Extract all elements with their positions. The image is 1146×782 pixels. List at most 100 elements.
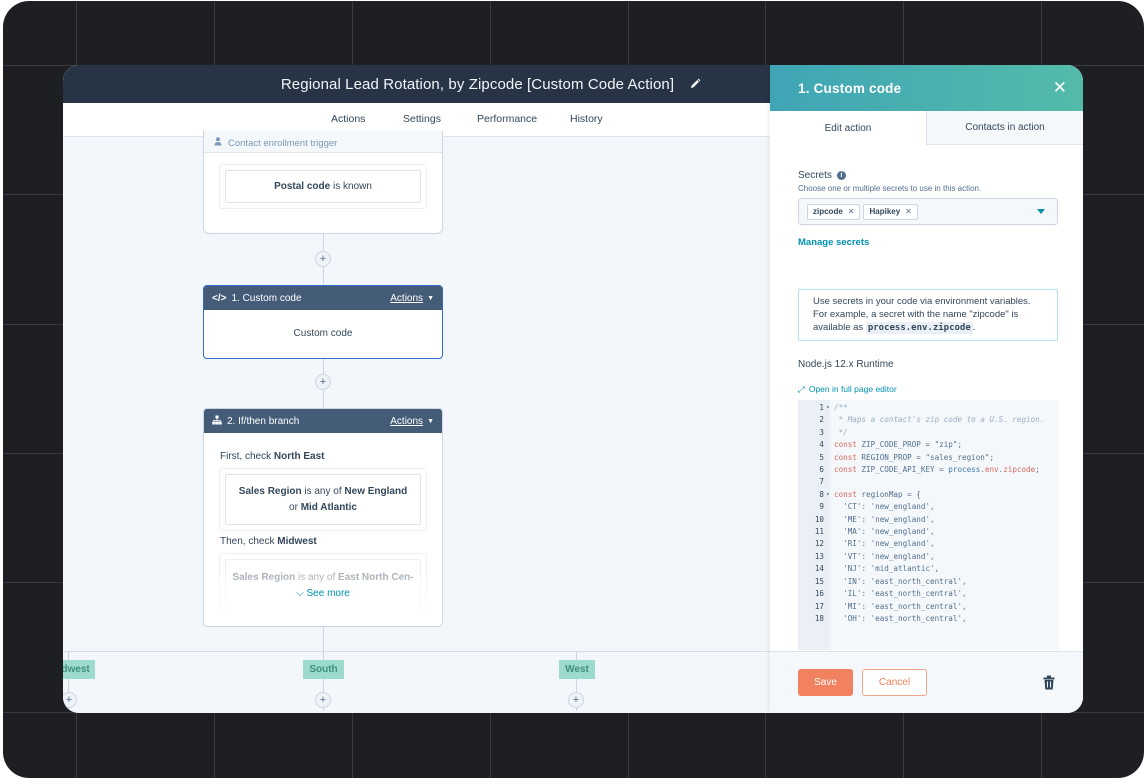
code-line: 16 'IL': 'east_north_central', bbox=[798, 588, 1058, 600]
pencil-icon[interactable] bbox=[688, 77, 702, 91]
secret-chip: Hapikey ✕ bbox=[863, 203, 918, 220]
line-number: 17 bbox=[814, 601, 824, 611]
edit-action-panel: 1. Custom code ✕ Edit action Contacts in… bbox=[770, 65, 1083, 713]
code-line: 4 const ZIP_CODE_PROP = "zip"; bbox=[798, 439, 1058, 451]
fold-arrow-icon[interactable]: ▾ bbox=[826, 489, 834, 501]
branch-first-label: First, check North East bbox=[220, 451, 325, 462]
tab-performance[interactable]: Performance bbox=[477, 113, 537, 125]
actions-dropdown[interactable]: Actions bbox=[390, 416, 423, 427]
runtime-label: Node.js 12.x Runtime bbox=[798, 359, 894, 370]
code-line: 8 ▾ const regionMap = { bbox=[798, 489, 1058, 501]
line-number: 1 bbox=[819, 403, 824, 412]
remove-chip-icon[interactable]: ✕ bbox=[905, 207, 912, 216]
save-button[interactable]: Save bbox=[798, 669, 853, 696]
secrets-info-note: Use secrets in your code via environment… bbox=[798, 289, 1058, 341]
branch-label-midwest[interactable]: Midwest bbox=[63, 660, 95, 679]
enrollment-trigger-card[interactable]: Contact enrollment trigger Postal code i… bbox=[203, 131, 443, 234]
open-full-editor-link[interactable]: ⤢ Open in full page editor bbox=[798, 384, 1058, 395]
tab-settings[interactable]: Settings bbox=[403, 113, 441, 125]
code-text: const ZIP_CODE_API_KEY = process.env.zip… bbox=[834, 465, 1040, 475]
trash-icon[interactable] bbox=[1043, 675, 1055, 690]
code-line: 5 const REGION_PROP = "sales_region"; bbox=[798, 452, 1058, 464]
action-title: 2. If/then branch bbox=[227, 415, 300, 427]
line-number: 4 bbox=[819, 440, 824, 450]
code-line: 15 'IN': 'east_north_central', bbox=[798, 576, 1058, 588]
line-number: 13 bbox=[814, 551, 824, 561]
tab-contacts-in-action[interactable]: Contacts in action bbox=[926, 111, 1083, 145]
if-then-branch-card[interactable]: 2. If/then branch Actions ▼ First, check… bbox=[203, 408, 443, 627]
chevron-down-icon: ⌵ bbox=[296, 588, 304, 599]
code-line: 13 'VT': 'new_england', bbox=[798, 551, 1058, 563]
add-action-button[interactable]: + bbox=[315, 692, 331, 708]
action-header: 2. If/then branch Actions ▼ bbox=[204, 409, 442, 433]
code-text: */ bbox=[834, 427, 848, 437]
code-lines: 1 ▾/** 2 * Maps a contact's zip code to a … bbox=[798, 402, 1058, 625]
branch-divider bbox=[63, 651, 770, 652]
fold-arrow-icon[interactable]: ▾ bbox=[826, 402, 834, 414]
secrets-select[interactable]: zipcode ✕ Hapikey ✕ bbox=[798, 198, 1058, 225]
tab-edit-action[interactable]: Edit action bbox=[770, 111, 926, 145]
add-action-button[interactable]: + bbox=[315, 374, 331, 390]
code-editor[interactable]: 1 ▾/** 2 * Maps a contact's zip code to a … bbox=[798, 400, 1058, 650]
branch-filter-group: Sales Region is any of New England or Mi… bbox=[219, 468, 427, 531]
action-header: </> 1. Custom code Actions ▼ bbox=[204, 286, 442, 310]
trigger-filter: Postal code is known bbox=[225, 170, 421, 203]
code-line: 12 'RI': 'new_england', bbox=[798, 538, 1058, 550]
code-text: 'RI': 'new_england', bbox=[834, 539, 935, 549]
line-number: 18 bbox=[814, 613, 824, 623]
branch-icon bbox=[212, 415, 222, 428]
add-action-button[interactable]: + bbox=[63, 692, 77, 708]
close-icon[interactable]: ✕ bbox=[1053, 78, 1067, 98]
code-line: 2 * Maps a contact's zip code to a U.S. … bbox=[798, 414, 1058, 426]
code-text: 'CT': 'new_england', bbox=[834, 502, 935, 512]
remove-chip-icon[interactable]: ✕ bbox=[848, 207, 855, 216]
workflow-editor: Regional Lead Rotation, by Zipcode [Cust… bbox=[63, 65, 770, 713]
code-icon: </> bbox=[212, 292, 227, 304]
title-bar: Regional Lead Rotation, by Zipcode [Cust… bbox=[63, 65, 770, 103]
filter-operator: is known bbox=[330, 180, 372, 192]
custom-code-action-card[interactable]: </> 1. Custom code Actions ▼ Custom code bbox=[203, 285, 443, 359]
workflow-window: Regional Lead Rotation, by Zipcode [Cust… bbox=[63, 65, 1083, 713]
code-line: 18 'OH': 'east_north_central', bbox=[798, 613, 1058, 625]
info-icon[interactable]: i bbox=[836, 171, 846, 180]
line-number: 6 bbox=[819, 465, 824, 475]
workflow-title[interactable]: Regional Lead Rotation, by Zipcode [Cust… bbox=[281, 76, 674, 93]
trigger-header: Contact enrollment trigger bbox=[204, 131, 442, 153]
cancel-button[interactable]: Cancel bbox=[862, 669, 927, 696]
branch-then-label: Then, check Midwest bbox=[220, 536, 317, 547]
line-number: 16 bbox=[814, 589, 824, 599]
see-more-link[interactable]: ⌵ See more bbox=[204, 588, 442, 599]
add-action-button[interactable]: + bbox=[315, 251, 331, 267]
code-line: 3 */ bbox=[798, 427, 1058, 439]
action-body: Custom code bbox=[293, 328, 353, 339]
dropdown-caret-icon[interactable] bbox=[1037, 209, 1045, 214]
secrets-help-text: Choose one or multiple secrets to use in… bbox=[798, 184, 982, 193]
branch-label-west[interactable]: West bbox=[559, 660, 595, 679]
actions-dropdown[interactable]: Actions bbox=[390, 293, 423, 304]
secrets-label: Secrets i bbox=[798, 170, 1058, 181]
line-number: 5 bbox=[819, 452, 824, 462]
tab-history[interactable]: History bbox=[570, 113, 603, 125]
manage-secrets-link[interactable]: Manage secrets bbox=[798, 237, 1058, 248]
tab-actions[interactable]: Actions bbox=[331, 113, 365, 125]
code-line: 17 'MI': 'east_north_central', bbox=[798, 601, 1058, 613]
code-text: const ZIP_CODE_PROP = "zip"; bbox=[834, 440, 963, 450]
add-action-button[interactable]: + bbox=[568, 692, 584, 708]
branch-label-south[interactable]: South bbox=[303, 660, 344, 679]
line-number: 2 bbox=[819, 415, 824, 425]
env-var-code: process.env.zipcode bbox=[865, 322, 973, 334]
code-text: 'ME': 'new_england', bbox=[834, 514, 935, 524]
panel-header: 1. Custom code ✕ bbox=[770, 65, 1083, 111]
